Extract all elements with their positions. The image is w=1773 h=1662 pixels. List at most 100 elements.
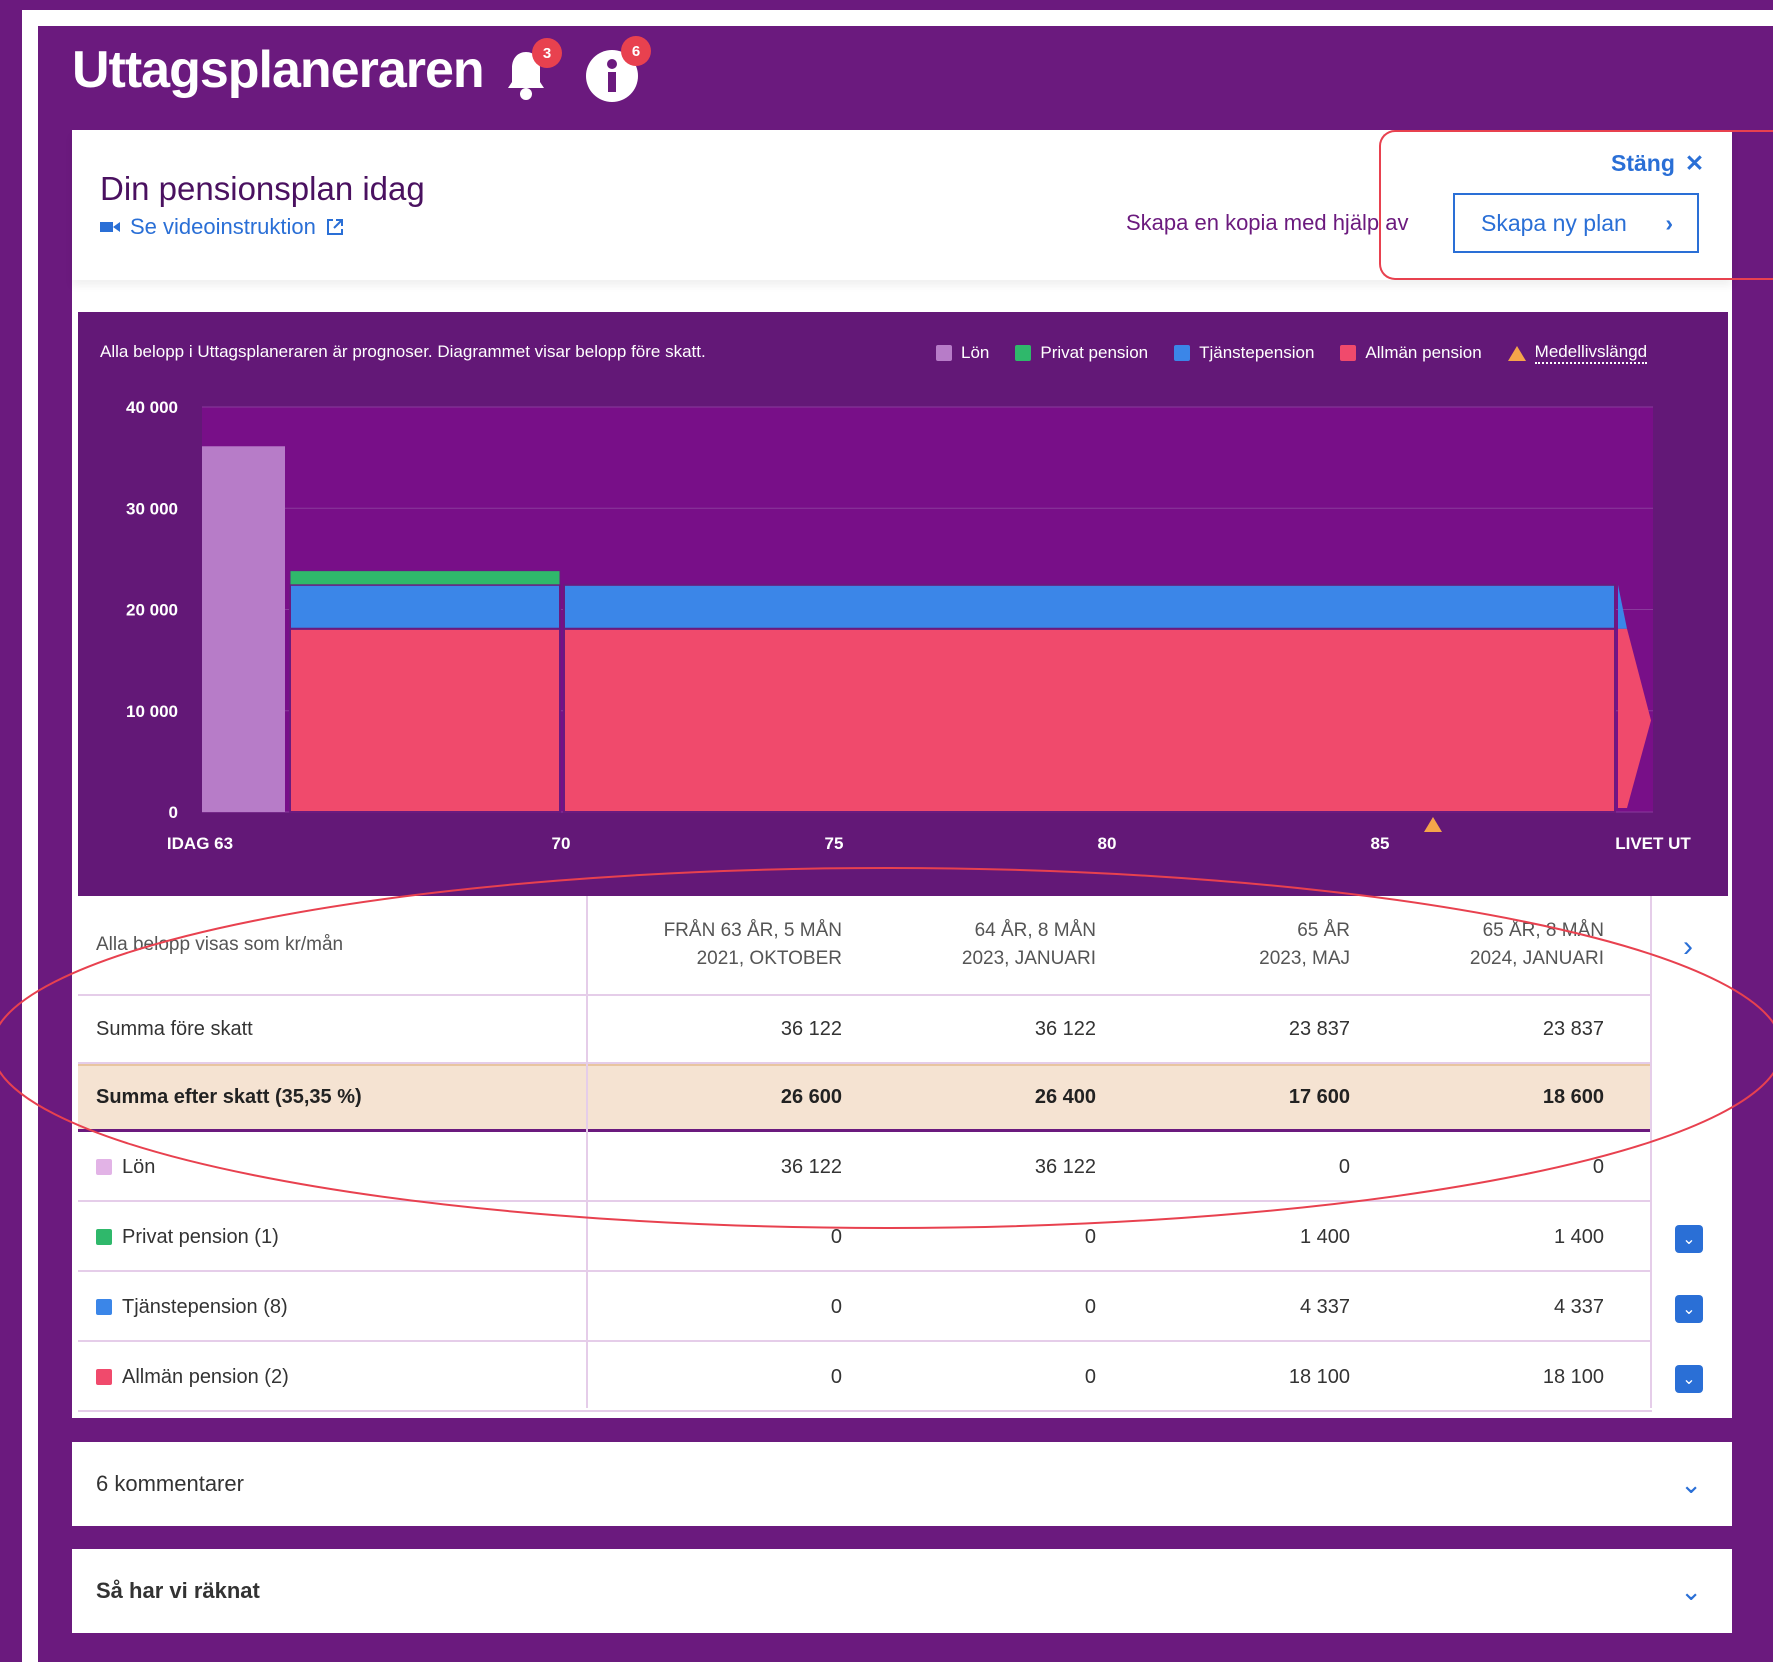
row-label: Summa före skatt [96,1017,253,1040]
y-tick-label: 40 000 [126,398,178,417]
row-value: 0 [1592,1155,1604,1178]
row-label: Summa efter skatt (35,35 %) [96,1086,362,1108]
info-button[interactable]: 6 [584,36,651,104]
column-header-line1: 65 ÅR, 8 MÅN [1482,920,1604,941]
expand-allman-pension-button[interactable]: ⌄ [1675,1365,1703,1393]
area-allman-pension [289,627,561,813]
chevron-down-icon: ⌄ [1680,1468,1702,1499]
column-header: 65 ÅR, 8 MÅN 2024, JANUARI [1350,917,1604,973]
row-swatch [96,1229,112,1245]
row-value: 4 337 [1553,1295,1604,1318]
amount-note: Alla belopp visas som kr/mån [96,934,344,955]
x-tick-label: 75 [825,834,844,853]
row-label: Tjänstepension (8) [122,1295,288,1318]
row-value: 18 100 [1288,1365,1350,1388]
row-value: 0 [830,1295,842,1318]
video-instruction-link[interactable]: Se videoinstruktion [100,214,344,240]
external-link-icon [326,219,343,235]
column-header-line1: 65 ÅR [1297,920,1350,941]
row-value: 36 122 [780,1017,842,1040]
row-value: 26 400 [1034,1086,1096,1108]
column-header-line2: 2021, OKTOBER [696,948,842,969]
table-header-row: Alla belopp visas som kr/mån FRÅN 63 ÅR,… [78,896,1652,996]
row-value: 17 600 [1288,1086,1350,1108]
chevron-down-icon: ⌄ [1682,1371,1696,1388]
y-tick-label: 0 [169,803,178,822]
area-allman-pension [563,627,1616,813]
comments-accordion[interactable]: 6 kommentarer ⌄ [72,1442,1732,1526]
info-badge: 6 [621,36,651,66]
chevron-down-icon: ⌄ [1680,1575,1702,1606]
x-tick-label: 85 [1371,834,1390,853]
row-value: 1 400 [1299,1225,1350,1248]
column-header: 64 ÅR, 8 MÅN 2023, JANUARI [842,917,1096,973]
row-swatch [96,1369,112,1385]
x-tick-label: LIVET UT [1615,834,1691,853]
area-tjanstepension [289,583,561,630]
row-swatch [96,1299,112,1315]
table-divider [1650,896,1652,1408]
table-row-sum-after-tax: Summa efter skatt (35,35 %) 26 600 26 40… [78,1064,1652,1132]
row-value: 36 122 [1034,1155,1096,1178]
highlight-box [1379,130,1773,280]
x-tick-label: 80 [1098,834,1117,853]
life-expectancy-marker [1424,817,1442,832]
video-link-label: Se videoinstruktion [130,214,316,239]
column-header-line2: 2023, JANUARI [961,948,1096,969]
notifications-badge: 3 [532,38,562,68]
table-row-sum-before-tax: Summa före skatt 36 122 36 122 23 837 23… [78,996,1652,1064]
chevron-down-icon: ⌄ [1682,1301,1696,1318]
calculation-accordion[interactable]: Så har vi räknat ⌄ [72,1549,1732,1633]
left-border [0,0,22,1662]
top-border [0,0,1773,10]
video-camera-icon [100,222,120,232]
next-columns-button[interactable]: › [1683,930,1693,964]
row-value: 0 [830,1365,842,1388]
column-header-line2: 2024, JANUARI [1469,948,1604,969]
area-privat-pension [289,570,561,586]
row-value: 36 122 [1034,1017,1096,1040]
plan-title: Din pensionsplan idag [100,170,425,207]
column-header: 65 ÅR 2023, MAJ [1096,917,1350,973]
row-label-cell: Privat pension (1) [78,1226,588,1249]
table-divider [586,896,588,1408]
table-row-allman-pension: Allmän pension (2) 0 0 18 100 18 100 [78,1344,1652,1412]
expand-tjanstepension-button[interactable]: ⌄ [1675,1295,1703,1323]
row-value: 0 [1338,1155,1350,1178]
row-label-cell: Lön [78,1156,588,1179]
table-row-tjanstepension: Tjänstepension (8) 0 0 4 337 4 337 [78,1274,1652,1342]
column-header-line2: 2023, MAJ [1259,948,1350,969]
x-tick-label: IDAG 63 [167,834,233,853]
row-value: 18 600 [1542,1086,1604,1108]
area-tjanstepension [563,583,1616,630]
row-value: 23 837 [1288,1017,1350,1040]
row-label: Lön [122,1155,156,1178]
row-value: 18 100 [1542,1365,1604,1388]
pension-chart: 40 000 30 000 20 000 10 000 0 IDAG 63 70 75 80 85… [126,398,1691,853]
x-tick-label: 70 [552,834,571,853]
row-value: 36 122 [780,1155,842,1178]
accordion-label: Så har vi räknat [96,1578,260,1603]
row-swatch [96,1159,112,1175]
y-tick-label: 20 000 [126,601,178,620]
row-value: 0 [1084,1365,1096,1388]
copy-plan-text: Skapa en kopia med hjälp av [1126,210,1409,235]
row-label: Allmän pension (2) [122,1365,289,1388]
table-row-privat-pension: Privat pension (1) 0 0 1 400 1 400 [78,1204,1652,1272]
row-value: 0 [1084,1225,1096,1248]
table-row-lon: Lön 36 122 36 122 0 0 [78,1134,1652,1202]
row-label-cell: Tjänstepension (8) [78,1296,588,1319]
column-header-line1: 64 ÅR, 8 MÅN [974,920,1096,941]
accordion-label: 6 kommentarer [96,1471,244,1496]
row-value: 0 [830,1225,842,1248]
row-value: 23 837 [1542,1017,1604,1040]
app-title: Uttagsplaneraren [72,41,485,99]
row-value: 0 [1084,1295,1096,1318]
expand-privat-pension-button[interactable]: ⌄ [1675,1225,1703,1253]
row-label: Privat pension (1) [122,1225,279,1248]
y-tick-label: 30 000 [126,499,178,518]
notifications-button[interactable]: 3 [500,38,562,104]
y-tick-label: 10 000 [126,702,178,721]
bar-lon [202,446,285,812]
chevron-down-icon: ⌄ [1682,1231,1696,1248]
